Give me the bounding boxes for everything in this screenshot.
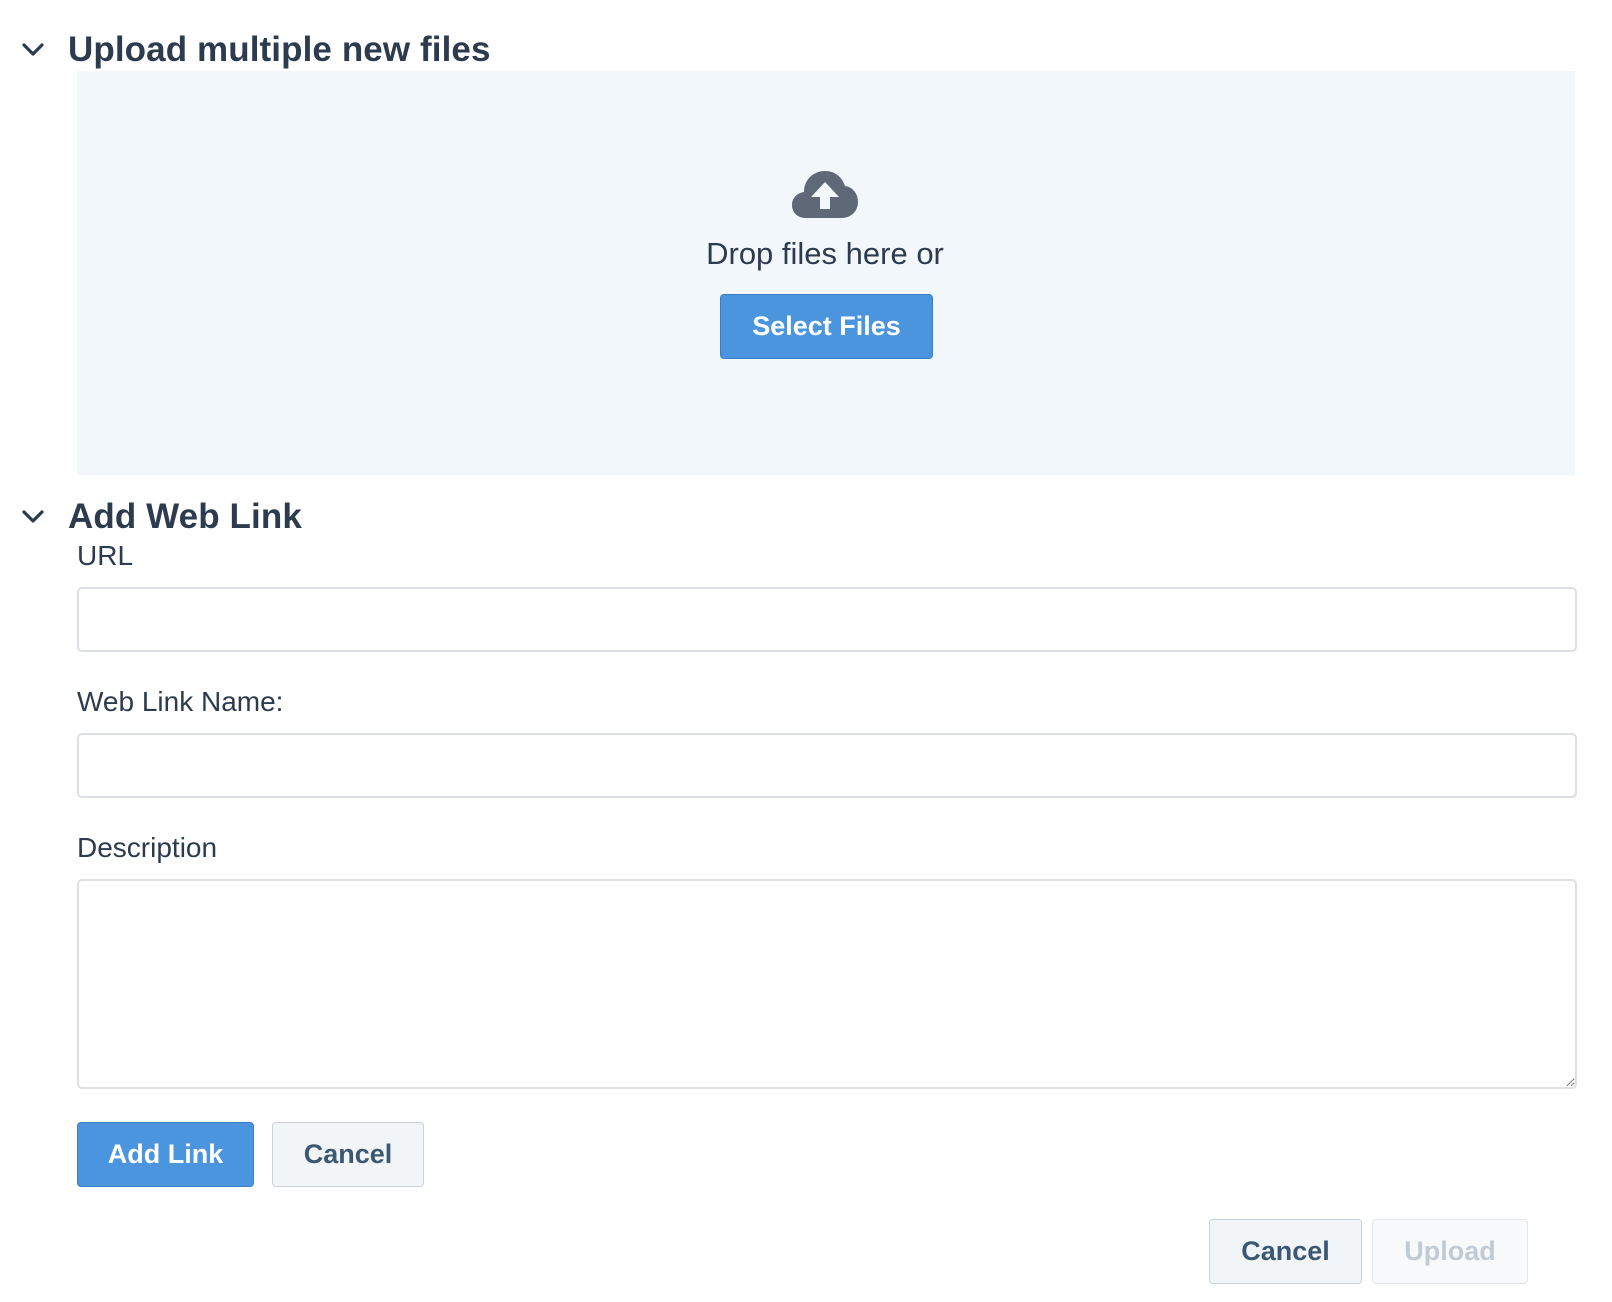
weblink-section-title: Add Web Link [68,497,302,536]
dropzone-text: Drop files here or [706,236,944,271]
web-link-name-label: Web Link Name: [77,686,284,717]
weblink-section-header[interactable]: Add Web Link [18,495,302,539]
chevron-down-icon[interactable] [18,35,48,65]
cloud-upload-icon [792,170,858,220]
cancel-button[interactable]: Cancel [1209,1219,1362,1284]
url-input[interactable] [77,587,1577,652]
upload-section-header[interactable]: Upload multiple new files [18,28,491,72]
select-files-button[interactable]: Select Files [720,294,933,359]
upload-section-title: Upload multiple new files [68,30,491,69]
cancel-link-button[interactable]: Cancel [272,1122,424,1187]
file-dropzone[interactable] [77,71,1575,475]
web-link-name-input[interactable] [77,733,1577,798]
upload-button[interactable]: Upload [1372,1219,1528,1284]
url-label: URL [77,540,134,571]
description-label: Description [77,832,218,863]
description-textarea[interactable] [77,879,1577,1089]
chevron-down-icon[interactable] [18,502,48,532]
add-link-button[interactable]: Add Link [77,1122,254,1187]
